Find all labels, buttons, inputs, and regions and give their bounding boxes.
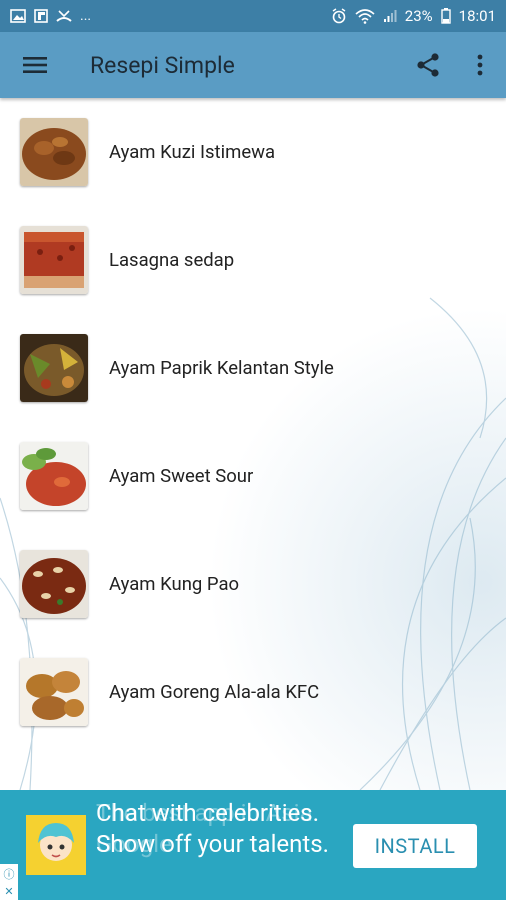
- page-title: Resepi Simple: [90, 51, 235, 79]
- list-item[interactable]: Ayam Goreng Ala-ala KFC: [0, 638, 506, 746]
- cartoon-girl-icon: [26, 815, 86, 875]
- recipe-list: Ayam Kuzi Istimewa Lasagna sedap Ayam Pa…: [0, 98, 506, 746]
- food-image-icon: [20, 334, 88, 402]
- ad-headline[interactable]: Chat with celebrities. Show off your tal…: [96, 798, 336, 860]
- recipe-thumbnail: [20, 658, 88, 726]
- food-image-icon: [20, 442, 88, 510]
- list-item[interactable]: Ayam Paprik Kelantan Style: [0, 314, 506, 422]
- hamburger-menu-icon: [23, 57, 47, 73]
- recipe-thumbnail: [20, 226, 88, 294]
- recipe-title: Ayam Kung Pao: [109, 573, 240, 595]
- signal-icon: [383, 10, 397, 22]
- nav-drawer-button[interactable]: [0, 32, 70, 98]
- more-vert-icon: [477, 54, 483, 76]
- status-right: 23% 18:01: [331, 7, 496, 25]
- close-icon: ✕: [4, 885, 14, 899]
- share-icon: [417, 53, 439, 77]
- app-toolbar: Resepi Simple: [0, 32, 506, 98]
- recipe-thumbnail: [20, 118, 88, 186]
- ad-choices[interactable]: ⓘ ✕: [0, 864, 18, 900]
- status-left: ...: [10, 9, 91, 23]
- alarm-icon: [332, 8, 346, 24]
- food-image-icon: [20, 658, 88, 726]
- ad-app-logo[interactable]: [26, 815, 86, 875]
- recipe-thumbnail: [20, 334, 88, 402]
- gallery-icon: [10, 9, 26, 23]
- list-item[interactable]: Lasagna sedap: [0, 206, 506, 314]
- ad-banner[interactable]: The best app in Asia. Google Chat with c…: [0, 790, 506, 900]
- food-image-icon: [20, 118, 88, 186]
- overflow-menu-button[interactable]: [454, 32, 506, 98]
- more-notifications-text: ...: [80, 8, 92, 24]
- wifi-icon: [355, 9, 375, 24]
- recipe-title: Ayam Kuzi Istimewa: [109, 141, 276, 163]
- install-button[interactable]: INSTALL: [353, 824, 477, 868]
- toolbar-actions: [402, 32, 506, 98]
- food-image-icon: [20, 550, 88, 618]
- list-item[interactable]: Ayam Kung Pao: [0, 530, 506, 638]
- missed-call-icon: [56, 10, 72, 22]
- clock: 18:01: [458, 7, 496, 25]
- food-image-icon: [20, 226, 88, 294]
- flipboard-icon: [34, 9, 48, 23]
- battery-percent: 23%: [404, 7, 433, 25]
- recipe-title: Ayam Sweet Sour: [109, 465, 254, 487]
- list-item[interactable]: Ayam Sweet Sour: [0, 422, 506, 530]
- list-item[interactable]: Ayam Kuzi Istimewa: [0, 98, 506, 206]
- recipe-title: Ayam Goreng Ala-ala KFC: [109, 681, 320, 703]
- recipe-list-container[interactable]: Ayam Kuzi Istimewa Lasagna sedap Ayam Pa…: [0, 98, 506, 790]
- status-bar: ... 23% 18:01: [0, 0, 506, 32]
- share-button[interactable]: [402, 32, 454, 98]
- battery-icon: [440, 8, 451, 24]
- recipe-title: Lasagna sedap: [109, 249, 235, 271]
- recipe-title: Ayam Paprik Kelantan Style: [109, 357, 334, 379]
- info-icon: ⓘ: [3, 867, 15, 881]
- recipe-thumbnail: [20, 442, 88, 510]
- recipe-thumbnail: [20, 550, 88, 618]
